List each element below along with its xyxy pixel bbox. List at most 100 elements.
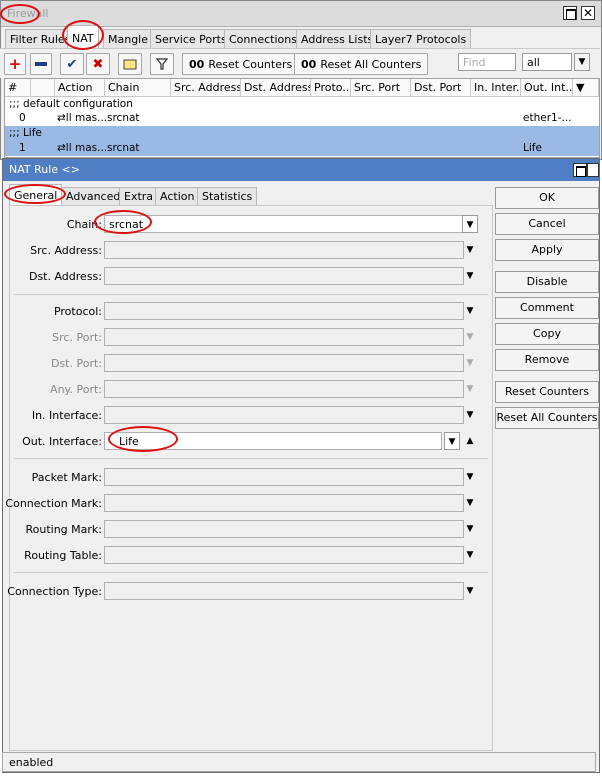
column-header-blank[interactable] xyxy=(31,79,55,97)
column-header-out-interface[interactable]: Out. Int... xyxy=(521,79,573,97)
src-address-label: Src. Address: xyxy=(30,244,102,257)
table-row[interactable]: 0 ⇄ll mas... srcnat ether1-... xyxy=(5,111,599,126)
status-bar: enabled xyxy=(2,752,596,772)
out-interface-dropdown-icon[interactable]: ▼ xyxy=(444,432,460,450)
packet-mark-field[interactable] xyxy=(104,468,464,486)
any-port-label: Any. Port: xyxy=(50,383,102,396)
connection-mark-label: Connection Mark: xyxy=(5,497,102,510)
column-header-src-port[interactable]: Src. Port xyxy=(351,79,411,97)
routing-table-field[interactable] xyxy=(104,546,464,564)
src-address-field[interactable] xyxy=(104,241,464,259)
comment-button[interactable] xyxy=(118,53,142,75)
chain-field[interactable]: srcnat xyxy=(104,215,464,233)
filter-button[interactable] xyxy=(150,53,174,75)
status-text: enabled xyxy=(9,756,54,769)
out-interface-value: Life xyxy=(119,435,139,448)
chevron-down-icon[interactable]: ▼ xyxy=(462,582,478,600)
dst-port-label: Dst. Port: xyxy=(50,357,102,370)
ok-button[interactable]: OK xyxy=(495,187,599,209)
out-interface-field[interactable]: Life xyxy=(104,432,442,450)
tab-mangle[interactable]: Mangle xyxy=(103,29,154,49)
connection-type-field[interactable] xyxy=(104,582,464,600)
close-icon[interactable]: ✕ xyxy=(587,163,599,177)
tab-nat[interactable]: NAT xyxy=(67,25,99,49)
enable-button[interactable]: ✔ xyxy=(60,53,84,75)
tab-layer7-protocols[interactable]: Layer7 Protocols xyxy=(370,29,472,49)
column-header-dst-address[interactable]: Dst. Address xyxy=(241,79,311,97)
connection-mark-field[interactable] xyxy=(104,494,464,512)
any-port-field[interactable] xyxy=(104,380,464,398)
copy-button[interactable]: Copy xyxy=(495,323,599,345)
tab-action[interactable]: Action xyxy=(155,187,200,205)
chevron-down-icon[interactable]: ▼ xyxy=(462,241,478,259)
chevron-down-icon[interactable]: ▼ xyxy=(462,380,478,398)
tab-extra[interactable]: Extra xyxy=(119,187,159,205)
tab-statistics[interactable]: Statistics xyxy=(197,187,258,205)
column-header-in-interface[interactable]: In. Inter... xyxy=(471,79,521,97)
chevron-down-icon[interactable]: ▼ xyxy=(462,354,478,372)
nat-rules-table: # Action Chain Src. Address Dst. Address… xyxy=(4,78,600,158)
firewall-titlebar: Firewall ✕ xyxy=(1,1,601,27)
chevron-up-icon[interactable]: ▲ xyxy=(462,432,478,450)
column-header-dst-port[interactable]: Dst. Port xyxy=(411,79,471,97)
dst-address-field[interactable] xyxy=(104,267,464,285)
dst-port-field[interactable] xyxy=(104,354,464,372)
chevron-down-icon[interactable]: ▼ xyxy=(462,302,478,320)
reset-counters-button[interactable]: 00 Reset Counters xyxy=(182,53,300,75)
cancel-button[interactable]: Cancel xyxy=(495,213,599,235)
dialog-title: NAT Rule <> xyxy=(9,163,80,176)
chevron-down-icon[interactable]: ▼ xyxy=(462,406,478,424)
reset-all-counters-button[interactable]: 00 Reset All Counters xyxy=(294,53,429,75)
src-port-field[interactable] xyxy=(104,328,464,346)
disable-button[interactable]: Disable xyxy=(495,271,599,293)
chevron-down-icon[interactable]: ▼ xyxy=(462,494,478,512)
chevron-down-icon[interactable]: ▼ xyxy=(462,546,478,564)
protocol-field[interactable] xyxy=(104,302,464,320)
close-icon[interactable]: ✕ xyxy=(581,6,595,20)
general-form: Chain: srcnat ▼ Src. Address: ▼ Dst. Add… xyxy=(5,205,493,751)
chain-value: srcnat xyxy=(109,218,144,231)
add-button[interactable]: + xyxy=(4,53,26,75)
protocol-label: Protocol: xyxy=(53,305,102,318)
maximize-icon[interactable] xyxy=(563,6,577,20)
chain-dropdown-icon[interactable]: ▼ xyxy=(462,215,478,233)
remove-button[interactable] xyxy=(30,53,52,75)
reset-counters-button[interactable]: Reset Counters xyxy=(495,381,599,403)
tab-general[interactable]: General xyxy=(9,184,63,205)
dst-address-label: Dst. Address: xyxy=(28,270,102,283)
tab-advanced[interactable]: Advanced xyxy=(61,187,126,205)
disable-button[interactable]: ✖ xyxy=(86,53,110,75)
chevron-down-icon[interactable]: ▼ xyxy=(462,468,478,486)
chevron-down-icon[interactable]: ▼ xyxy=(574,53,590,71)
row-chain: srcnat xyxy=(107,112,140,124)
nat-rule-dialog: NAT Rule <> ✕ General Advanced Extra Act… xyxy=(2,158,600,773)
table-row[interactable]: ;;; default configuration xyxy=(5,97,599,112)
divider xyxy=(14,294,488,295)
column-header-chain[interactable]: Chain xyxy=(105,79,171,97)
remove-button[interactable]: Remove xyxy=(495,349,599,371)
reset-all-counters-button[interactable]: Reset All Counters xyxy=(495,407,599,429)
maximize-icon[interactable] xyxy=(573,163,587,177)
column-header-src-address[interactable]: Src. Address xyxy=(171,79,241,97)
routing-mark-field[interactable] xyxy=(104,520,464,538)
tab-address-lists[interactable]: Address Lists xyxy=(296,29,379,49)
chevron-down-icon[interactable]: ▼ xyxy=(462,520,478,538)
column-header-num[interactable]: # xyxy=(5,79,31,97)
apply-button[interactable]: Apply xyxy=(495,239,599,261)
chevron-down-icon[interactable]: ▼ xyxy=(462,267,478,285)
column-header-action[interactable]: Action xyxy=(55,79,105,97)
filter-select[interactable]: all xyxy=(522,53,572,71)
tab-filter-rules[interactable]: Filter Rules xyxy=(5,29,76,49)
tab-connections[interactable]: Connections xyxy=(224,29,302,49)
check-icon: ✔ xyxy=(66,56,78,72)
routing-mark-label: Routing Mark: xyxy=(25,523,102,536)
find-input[interactable]: Find xyxy=(458,53,516,71)
column-header-more[interactable]: ▼ xyxy=(573,79,599,97)
tab-service-ports[interactable]: Service Ports xyxy=(150,29,232,49)
table-row[interactable]: ;;; Life xyxy=(5,126,599,141)
chevron-down-icon[interactable]: ▼ xyxy=(462,328,478,346)
table-row[interactable]: 1 ⇄ll mas... srcnat Life xyxy=(5,141,599,156)
in-interface-field[interactable] xyxy=(104,406,464,424)
comment-button[interactable]: Comment xyxy=(495,297,599,319)
column-header-protocol[interactable]: Proto... xyxy=(311,79,351,97)
